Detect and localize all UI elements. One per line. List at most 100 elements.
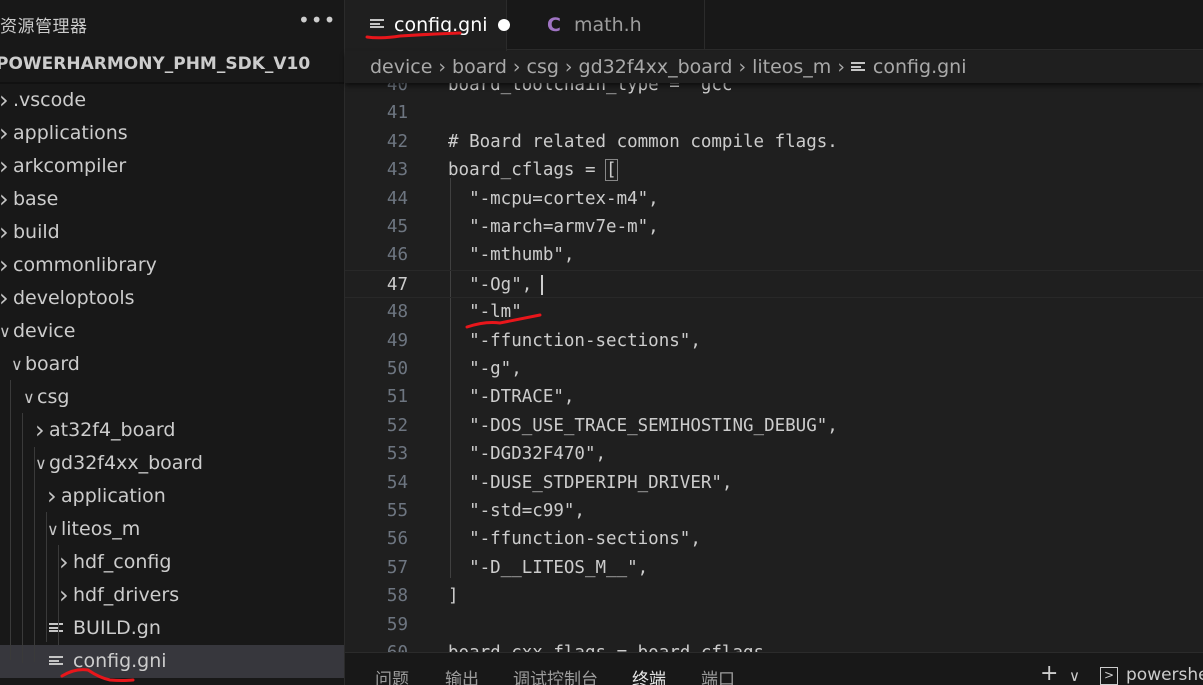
bracket-match-highlight: [ bbox=[605, 159, 618, 182]
tree-item-label: gd32f4xx_board bbox=[49, 452, 203, 474]
explorer-sidebar: 资源管理器 ••• POWERHARMONY_PHM_SDK_V10 ›.vsc… bbox=[0, 0, 345, 685]
breadcrumb-item[interactable]: liteos_m bbox=[752, 56, 831, 78]
tree-item[interactable]: ›developtools bbox=[0, 282, 344, 315]
code-line[interactable]: 52 "-DOS_USE_TRACE_SEMIHOSTING_DEBUG", bbox=[345, 412, 1203, 440]
tree-item[interactable]: config.gni bbox=[0, 645, 344, 678]
chevron-down-icon[interactable]: ∨ bbox=[0, 315, 11, 348]
line-number: 46 bbox=[386, 245, 408, 266]
line-number: 58 bbox=[386, 586, 408, 607]
tree-item-label: hdf_drivers bbox=[73, 584, 180, 606]
breadcrumb-item[interactable]: gd32f4xx_board bbox=[579, 56, 733, 78]
code-line[interactable]: 48 "-lm" bbox=[345, 298, 1203, 326]
chevron-right-icon[interactable]: › bbox=[59, 579, 69, 612]
code-line[interactable]: 43 board_cflags = [ bbox=[345, 156, 1203, 184]
code-line[interactable]: 53 "-DGD32F470", bbox=[345, 440, 1203, 468]
code-line[interactable]: 55 "-std=c99", bbox=[345, 497, 1203, 525]
code-line[interactable]: 60 board_cxx_flags = board_cflags bbox=[345, 639, 1203, 652]
tree-item[interactable]: ›commonlibrary bbox=[0, 249, 344, 282]
code-line[interactable]: 40 board_toolchain_type = "gcc" bbox=[345, 83, 1203, 99]
tree-item[interactable]: ∨ liteos_m bbox=[0, 513, 344, 546]
terminal-name[interactable]: powershell bbox=[1126, 665, 1203, 685]
chevron-down-icon[interactable]: ∨ bbox=[11, 348, 23, 381]
code-line[interactable]: 57 "-D__LITEOS_M__", bbox=[345, 554, 1203, 582]
chevron-right-icon[interactable]: › bbox=[0, 216, 9, 249]
tree-item-label: arkcompiler bbox=[13, 155, 127, 177]
code-line[interactable]: 45 "-march=armv7e-m", bbox=[345, 213, 1203, 241]
breadcrumb-item[interactable]: board bbox=[452, 56, 507, 78]
tree-item[interactable]: › hdf_config bbox=[0, 546, 344, 579]
code-line[interactable]: 49 "-ffunction-sections", bbox=[345, 327, 1203, 355]
chevron-right-icon: › bbox=[438, 56, 447, 78]
line-number: 41 bbox=[386, 103, 408, 124]
workspace-root[interactable]: POWERHARMONY_PHM_SDK_V10 bbox=[0, 54, 310, 74]
indent-guide bbox=[22, 413, 23, 663]
code-text: # Board related common compile flags. bbox=[448, 131, 838, 152]
line-number: 42 bbox=[386, 131, 408, 152]
tree-item[interactable]: ›applications bbox=[0, 117, 344, 150]
breadcrumb-item[interactable]: config.gni bbox=[873, 56, 967, 78]
tree-item-label: application bbox=[61, 485, 166, 507]
code-line[interactable]: 42 # Board related common compile flags. bbox=[345, 128, 1203, 156]
code-line[interactable]: 47 "-Og", bbox=[345, 269, 1203, 299]
tab-math-h[interactable]: C math.h bbox=[507, 0, 705, 50]
code-line[interactable]: 59 bbox=[345, 611, 1203, 639]
tab-config-gni[interactable]: config.gni bbox=[345, 0, 510, 51]
chevron-right-icon[interactable]: › bbox=[0, 84, 9, 117]
chevron-right-icon[interactable]: › bbox=[47, 480, 57, 513]
tree-item[interactable]: › at32f4_board bbox=[0, 414, 344, 447]
panel-tab[interactable]: 终端 bbox=[632, 665, 666, 685]
chevron-down-icon[interactable]: ∨ bbox=[47, 513, 59, 546]
chevron-down-icon[interactable]: ∨ bbox=[35, 447, 47, 480]
code-line[interactable]: 46 "-mthumb", bbox=[345, 241, 1203, 269]
tree-item[interactable]: ›arkcompiler bbox=[0, 150, 344, 183]
chevron-right-icon[interactable]: › bbox=[59, 546, 69, 579]
tree-item[interactable]: ›build bbox=[0, 216, 344, 249]
code-line[interactable]: 54 "-DUSE_STDPERIPH_DRIVER", bbox=[345, 469, 1203, 497]
line-number: 53 bbox=[386, 444, 408, 465]
chevron-right-icon[interactable]: › bbox=[0, 117, 9, 150]
new-terminal-button[interactable]: + bbox=[1040, 661, 1058, 685]
tree-item[interactable]: ›base bbox=[0, 183, 344, 216]
panel-tab[interactable]: 问题 bbox=[375, 665, 409, 685]
code-editor[interactable]: 40 board_toolchain_type = "gcc" 41 42 # Boar… bbox=[345, 83, 1203, 652]
breadcrumb-item[interactable]: csg bbox=[527, 56, 559, 78]
editor-tab-bar: config.gni C math.h bbox=[345, 0, 1203, 51]
tree-item[interactable]: ∨ board bbox=[0, 348, 344, 381]
code-line[interactable]: 58] bbox=[345, 582, 1203, 610]
code-line[interactable]: 56 "-ffunction-sections", bbox=[345, 525, 1203, 553]
tree-item[interactable]: › hdf_drivers bbox=[0, 579, 344, 612]
tree-item[interactable]: › application bbox=[0, 480, 344, 513]
code-line[interactable]: 44 "-mcpu=cortex-m4", bbox=[345, 185, 1203, 213]
line-number: 48 bbox=[386, 302, 408, 323]
line-number: 47 bbox=[386, 274, 408, 295]
tree-item[interactable]: ∨ gd32f4xx_board bbox=[0, 447, 344, 480]
line-number: 45 bbox=[386, 217, 408, 237]
tree-item-label: hdf_config bbox=[73, 551, 172, 573]
chevron-right-icon[interactable]: › bbox=[0, 183, 9, 216]
breadcrumb-item[interactable]: device bbox=[370, 56, 432, 78]
tree-item[interactable]: BUILD.gn bbox=[0, 612, 344, 645]
tree-item[interactable]: ∨ device bbox=[0, 315, 344, 348]
panel-tab[interactable]: 端口 bbox=[701, 665, 735, 685]
code-line[interactable]: 50 "-g", bbox=[345, 355, 1203, 383]
tree-item[interactable]: ∨ csg bbox=[0, 381, 344, 414]
chevron-right-icon[interactable]: › bbox=[35, 414, 45, 447]
tree-item-label: csg bbox=[37, 386, 70, 408]
line-number: 56 bbox=[386, 529, 408, 550]
tree-item[interactable]: ›.vscode bbox=[0, 84, 344, 117]
terminal-icon: > bbox=[1100, 667, 1118, 685]
code-text: "-DOS_USE_TRACE_SEMIHOSTING_DEBUG", bbox=[448, 415, 838, 436]
code-text: "-DUSE_STDPERIPH_DRIVER", bbox=[448, 472, 733, 493]
more-actions-button[interactable]: ••• bbox=[298, 8, 336, 32]
explorer-title: 资源管理器 bbox=[0, 17, 88, 37]
chevron-right-icon[interactable]: › bbox=[0, 282, 9, 315]
code-line[interactable]: 41 bbox=[345, 99, 1203, 127]
chevron-right-icon[interactable]: › bbox=[0, 249, 9, 282]
line-number: 49 bbox=[386, 330, 408, 351]
panel-tab[interactable]: 输出 bbox=[445, 665, 479, 685]
chevron-down-icon[interactable]: ∨ bbox=[23, 381, 35, 414]
chevron-right-icon[interactable]: › bbox=[0, 150, 9, 183]
chevron-down-icon[interactable]: ∨ bbox=[1069, 667, 1080, 685]
panel-tab[interactable]: 调试控制台 bbox=[513, 665, 598, 685]
code-line[interactable]: 51 "-DTRACE", bbox=[345, 383, 1203, 411]
